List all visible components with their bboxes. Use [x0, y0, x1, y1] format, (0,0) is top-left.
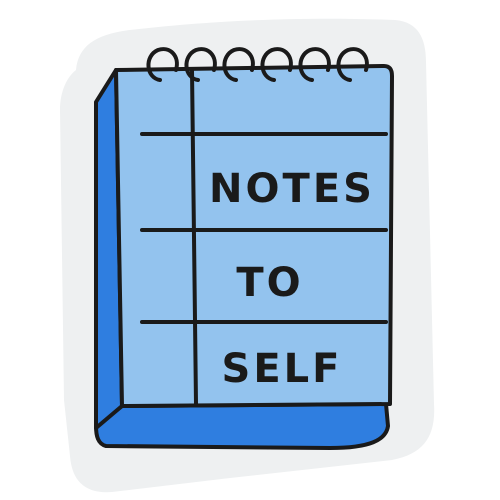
- note-line-2: TO: [236, 260, 303, 306]
- notepad-bottom-edge: [94, 402, 390, 450]
- note-line-1: NOTES: [209, 166, 375, 212]
- note-line-3: SELF: [222, 346, 343, 392]
- notes-to-self-sticker: NOTES TO SELF: [60, 18, 435, 493]
